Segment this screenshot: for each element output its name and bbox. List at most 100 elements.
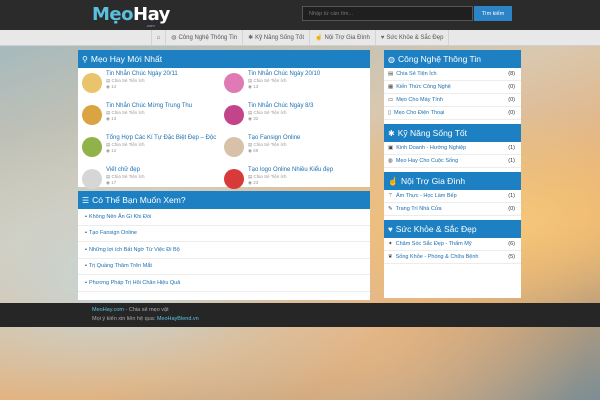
sidebar-category-label: Kiến Thức Công Nghệ: [396, 84, 451, 90]
sidebar-category-label: Trang Trí Nhà Cửa: [395, 206, 442, 212]
post-thumbnail[interactable]: [224, 137, 244, 157]
suggest-link[interactable]: • Trị Quầng Thâm Trên Mắt: [78, 259, 370, 275]
post-title[interactable]: Viết chữ đẹp: [106, 167, 145, 174]
sidebar-category[interactable]: ▤ Chia Sẻ Tiện Ích (8): [384, 68, 521, 81]
post-title[interactable]: Tin Nhắn Chúc Ngày 8/3: [248, 103, 313, 110]
sidebar-category[interactable]: ⚚ Ẩm Thực - Học Làm Bếp (1): [384, 190, 521, 203]
post-category-label: Chia Sẻ Tiện Ích: [253, 110, 287, 115]
post-title[interactable]: Tạo Fansign Online: [248, 135, 300, 142]
site-logo[interactable]: MẹoHay: [92, 4, 170, 25]
sidebar-category-count: (0): [508, 110, 515, 116]
nav-label: Sức Khỏe & Sắc Đẹp: [386, 34, 444, 41]
post-category-label: Chia Sẻ Tiện Ích: [111, 110, 145, 115]
post-view-count: 32: [253, 116, 259, 121]
nav-suc-khoe[interactable]: ♥ Sức Khỏe & Sắc Đẹp: [374, 29, 450, 46]
sidebar-category-left: ⚚ Ẩm Thực - Học Làm Bếp: [388, 193, 457, 199]
post-item[interactable]: Tin Nhắn Chúc Mừng Trung Thu ▤ Chia Sẻ Ti…: [82, 103, 224, 130]
post-category-label: Chia Sẻ Tiện Ích: [253, 142, 287, 147]
footer-tagline: - Chia sẻ mẹo vặt: [124, 307, 169, 313]
logo-meo: Mẹo: [92, 4, 134, 25]
sidebar-category-label: Chăm Sóc Sắc Đẹp - Thẩm Mỹ: [395, 241, 472, 247]
sidebar-section-title: Nội Trợ Gia Đình: [400, 176, 466, 186]
post-view-count: 13: [253, 84, 259, 89]
post-views: ◉ 13: [106, 116, 192, 122]
post-thumbnail[interactable]: [224, 169, 244, 189]
post-item[interactable]: Tạo logo Online Nhiều Kiểu đẹp ▤ Chia Sẻ …: [224, 167, 366, 194]
brush-icon: ✎: [388, 206, 393, 212]
post-title[interactable]: Tin Nhắn Chúc Ngày 20/11: [106, 71, 178, 78]
nav-ky-nang[interactable]: ✱ Kỹ Năng Sống Tốt: [242, 29, 309, 46]
footer-site[interactable]: MeoHay.com: [92, 307, 124, 313]
sidebar-category[interactable]: ▣ Kinh Doanh - Hướng Nghiệp (1): [384, 142, 521, 155]
post-item[interactable]: Tin Nhắn Chúc Ngày 20/10 ▤ Chia Sẻ Tiện Í…: [224, 71, 366, 98]
sidebar-category[interactable]: ▭ Mẹo Cho Máy Tính (0): [384, 94, 521, 107]
post-item[interactable]: Tạo Fansign Online ▤ Chia Sẻ Tiện Ích ◉ 69: [224, 135, 366, 162]
new-posts-panel: ⚲ Mẹo Hay Mới Nhất Tin Nhắn Chúc Ngày 20…: [78, 50, 370, 189]
post-item[interactable]: Tin Nhắn Chúc Ngày 20/11 ▤ Chia Sẻ Tiện Í…: [82, 71, 224, 98]
post-thumbnail[interactable]: [224, 73, 244, 93]
sidebar-section-title: Kỹ Năng Sống Tốt: [397, 128, 468, 138]
sidebar-category-left: ✎ Trang Trí Nhà Cửa: [388, 206, 442, 212]
post-title[interactable]: Tổng Hợp Các Kí Tự Đặc Biệt Đẹp – Độc: [106, 135, 216, 142]
globe-icon: ◍: [388, 158, 393, 164]
sidebar-category[interactable]: ◍ Mẹo Hay Cho Cuộc Sống (1): [384, 155, 521, 168]
bullet-icon: •: [85, 279, 87, 286]
post-thumbnail[interactable]: [82, 169, 102, 189]
suggest-link[interactable]: • Phương Pháp Trị Hôi Chân Hiệu Quả: [78, 275, 370, 292]
sidebar-section-header[interactable]: ◍ Công Nghệ Thông Tin: [384, 50, 521, 68]
post-title[interactable]: Tin Nhắn Chúc Mừng Trung Thu: [106, 103, 192, 110]
footer: MeoHay.com - Chia sẻ mẹo vặt Mọi ý kiến …: [0, 303, 600, 327]
post-thumbnail[interactable]: [82, 105, 102, 125]
nav-noi-tro[interactable]: ☝ Nội Trợ Gia Đình: [309, 29, 375, 46]
post-category-label: Chia Sẻ Tiện Ích: [111, 142, 145, 147]
sidebar-category[interactable]: ✎ Trang Trí Nhà Cửa (0): [384, 203, 521, 216]
post-thumbnail[interactable]: [224, 105, 244, 125]
sidebar-category-label: Chia Sẻ Tiện Ích: [396, 71, 437, 77]
post-body: Tổng Hợp Các Kí Tự Đặc Biệt Đẹp – Độc ▤ C…: [106, 135, 216, 162]
briefcase-icon: ▣: [388, 145, 394, 151]
sidebar-section-header[interactable]: ☝ Nội Trợ Gia Đình: [384, 172, 521, 190]
suggest-link[interactable]: • Tạo Fansign Online: [78, 226, 370, 242]
post-view-count: 17: [111, 180, 117, 185]
post-title[interactable]: Tạo logo Online Nhiều Kiểu đẹp: [248, 167, 333, 174]
sidebar-category[interactable]: ✦ Chăm Sóc Sắc Đẹp - Thẩm Mỹ (6): [384, 238, 521, 251]
post-title[interactable]: Tin Nhắn Chúc Ngày 20/10: [248, 71, 320, 78]
suggest-link[interactable]: • Không Nên Ăn Gì Khi Đói: [78, 209, 370, 226]
footer-email[interactable]: MeoHayBlend.vn: [157, 316, 199, 322]
suggest-link-label: Phương Pháp Trị Hôi Chân Hiệu Quả: [88, 279, 181, 286]
post-thumbnail[interactable]: [82, 137, 102, 157]
post-item[interactable]: Tổng Hợp Các Kí Tự Đặc Biệt Đẹp – Độc ▤ C…: [82, 135, 224, 162]
sidebar-category-count: (8): [508, 71, 515, 77]
post-body: Tạo Fansign Online ▤ Chia Sẻ Tiện Ích ◉ 69: [248, 135, 300, 162]
search-button[interactable]: Tìm kiếm: [474, 6, 512, 21]
post-view-count: 13: [111, 116, 117, 121]
post-category-label: Chia Sẻ Tiện Ích: [111, 174, 145, 179]
home-icon: ⌂: [156, 34, 161, 41]
sidebar-section-header[interactable]: ✱ Kỹ Năng Sống Tốt: [384, 124, 521, 142]
cutlery-icon: ⚚: [388, 193, 393, 199]
nav-home[interactable]: ⌂: [150, 29, 166, 46]
post-category-label: Chia Sẻ Tiện Ích: [111, 78, 145, 83]
sidebar-category-left: ▦ Kiến Thức Công Nghệ: [388, 84, 451, 90]
post-views: ◉ 32: [248, 116, 313, 122]
sidebar-category[interactable]: ▦ Kiến Thức Công Nghệ (0): [384, 81, 521, 94]
sidebar-section-header[interactable]: ♥ Sức Khỏe & Sắc Đẹp: [384, 220, 521, 238]
sidebar-category-left: ❦ Sống Khỏe - Phòng & Chữa Bệnh: [388, 254, 479, 260]
sidebar-category-count: (0): [508, 84, 515, 90]
post-thumbnail[interactable]: [82, 73, 102, 93]
post-item[interactable]: Tin Nhắn Chúc Ngày 8/3 ▤ Chia Sẻ Tiện Ích…: [224, 103, 366, 130]
post-views: ◉ 13: [248, 84, 320, 90]
panel-title: Mẹo Hay Mới Nhất: [90, 54, 163, 64]
panel-header: ☰ Có Thể Bạn Muốn Xem?: [78, 191, 370, 209]
sidebar-category[interactable]: ❦ Sống Khỏe - Phòng & Chữa Bệnh (5): [384, 251, 521, 264]
suggest-list: • Không Nên Ăn Gì Khi Đói • Tạo Fansign Onl…: [78, 209, 370, 292]
post-view-count: 14: [111, 84, 117, 89]
suggest-link[interactable]: • Những lợi ích Bất Ngờ Từ Việc Đi Bộ: [78, 242, 370, 259]
search-input[interactable]: [302, 6, 473, 21]
main-nav: ⌂ ◍ Công Nghệ Thông Tin ✱ Kỹ Năng Sống T…: [0, 29, 600, 46]
nav-cong-nghe[interactable]: ◍ Công Nghệ Thông Tin: [165, 29, 242, 46]
bullet-icon: •: [85, 246, 87, 253]
sidebar-category[interactable]: ▯ Mẹo Cho Điện Thoại (0): [384, 107, 521, 120]
post-item[interactable]: Viết chữ đẹp ▤ Chia Sẻ Tiện Ích ◉ 17: [82, 167, 224, 194]
sidebar-category-count: (6): [508, 241, 515, 247]
